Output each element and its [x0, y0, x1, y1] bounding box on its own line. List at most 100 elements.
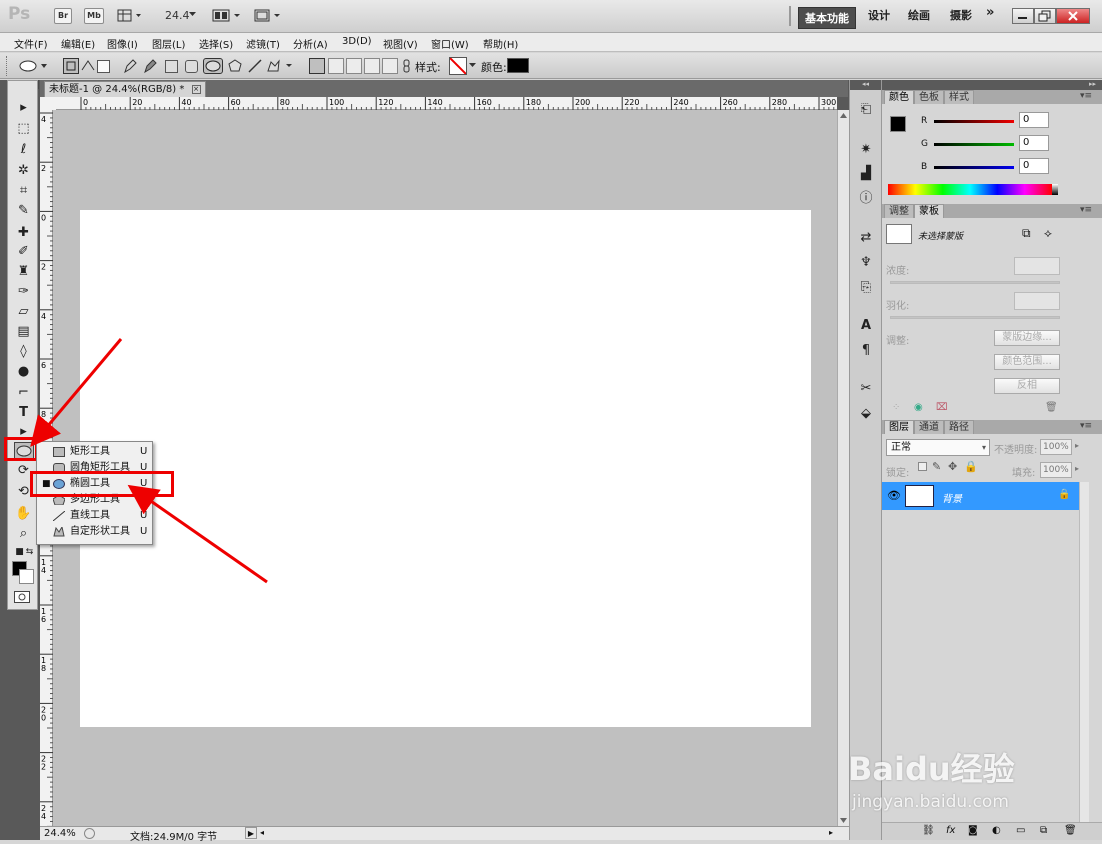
panel-menu-icon[interactable]: ▾≡	[1080, 205, 1092, 215]
close-tab-icon[interactable]: ×	[191, 84, 201, 94]
green-value[interactable]: 0	[1019, 135, 1049, 151]
apply-mask-icon[interactable]: ◉	[914, 402, 923, 413]
view-extras-button[interactable]	[117, 8, 143, 24]
status-zoom-icon[interactable]	[84, 828, 95, 839]
workspace-design[interactable]: 设计	[868, 7, 890, 23]
feather-field[interactable]	[1014, 292, 1060, 310]
tab-paths[interactable]: 路径	[944, 420, 974, 434]
move-tool-icon[interactable]: ▸	[15, 99, 32, 116]
rounded-rectangle-shape-button[interactable]	[185, 60, 198, 73]
lock-transparent-icon[interactable]	[918, 462, 927, 471]
horizontal-ruler[interactable]: 0 20 40 60 80 100 120 140 160 180 200 220 240 260 280 3…	[56, 97, 864, 110]
pen-tool-button[interactable]	[122, 58, 138, 74]
eraser-tool-icon[interactable]: ▱	[15, 303, 32, 320]
character-panel-icon[interactable]: A	[858, 318, 874, 334]
freeform-pen-button[interactable]	[142, 58, 158, 74]
intersect-shape-button[interactable]	[364, 58, 380, 74]
vector-mask-icon[interactable]: ⟡	[1044, 226, 1052, 241]
fill-field[interactable]: 100%	[1040, 462, 1072, 478]
opacity-slider-arrow-icon[interactable]: ▸	[1075, 441, 1079, 450]
crop-tool-icon[interactable]: ⌗	[15, 182, 32, 199]
delete-mask-icon[interactable]: 🗑	[1045, 402, 1058, 413]
menu-select[interactable]: 选择(S)	[199, 36, 233, 51]
tool-presets-panel-icon[interactable]: ✂	[858, 381, 874, 397]
menu-image[interactable]: 图像(I)	[107, 36, 138, 51]
density-field[interactable]	[1014, 257, 1060, 275]
add-to-shape-button[interactable]	[328, 58, 344, 74]
link-icon[interactable]	[402, 59, 412, 73]
mini-bridge-button[interactable]: Mb	[84, 8, 104, 24]
arrange-documents-button[interactable]	[212, 8, 242, 24]
paragraph-panel-icon[interactable]: ¶	[858, 343, 874, 359]
actions-panel-icon[interactable]: ⎘	[858, 280, 874, 296]
quick-selection-tool-icon[interactable]: ✲	[15, 162, 32, 179]
style-picker[interactable]	[449, 57, 467, 75]
lock-pixels-icon[interactable]: ✎	[932, 460, 941, 473]
ruler-origin[interactable]	[40, 97, 56, 110]
brushes-panel-icon[interactable]: ⇄	[858, 230, 874, 246]
color-panel-foreground[interactable]	[890, 116, 906, 132]
opacity-field[interactable]: 100%	[1040, 439, 1072, 455]
color-spectrum-ramp[interactable]	[888, 184, 1052, 195]
3d-panel-icon[interactable]: ⬙	[858, 406, 874, 422]
spot-healing-tool-icon[interactable]: ✚	[15, 224, 32, 241]
subtract-shape-button[interactable]	[346, 58, 362, 74]
blue-value[interactable]: 0	[1019, 158, 1049, 174]
tab-swatches[interactable]: 色板	[914, 90, 944, 104]
menu-analysis[interactable]: 分析(A)	[293, 36, 328, 51]
document-tab[interactable]: 未标题-1 @ 24.4%(RGB/8) * ×	[44, 81, 206, 97]
rectangle-shape-button[interactable]	[165, 60, 178, 73]
panel-menu-icon[interactable]: ▾≡	[1080, 91, 1092, 101]
dock-collapse-handle[interactable]: ▸▸	[882, 80, 1102, 90]
lock-all-icon[interactable]: 🔒	[964, 460, 978, 473]
menu-file[interactable]: 文件(F)	[14, 36, 48, 51]
paths-button[interactable]	[80, 58, 96, 74]
blend-mode-select[interactable]: 正常 ▾	[886, 439, 990, 456]
quick-mask-button[interactable]	[14, 591, 30, 603]
strip-collapse-handle[interactable]: ◂◂	[850, 80, 881, 90]
menu-view[interactable]: 视图(V)	[383, 36, 418, 51]
lasso-tool-icon[interactable]: ℓ	[15, 141, 32, 158]
red-value[interactable]: 0	[1019, 112, 1049, 128]
layer-style-icon[interactable]: fx	[946, 825, 955, 836]
history-panel-icon[interactable]: ⎗	[858, 102, 874, 118]
ellipse-shape-button[interactable]	[203, 58, 223, 74]
new-layer-icon[interactable]: ⧉	[1040, 825, 1047, 836]
fill-slider-arrow-icon[interactable]: ▸	[1075, 464, 1079, 473]
workspace-photography[interactable]: 摄影	[950, 7, 972, 23]
menu-edit[interactable]: 编辑(E)	[61, 36, 95, 51]
menu-window[interactable]: 窗口(W)	[431, 36, 469, 51]
zoom-dropdown-icon[interactable]	[189, 12, 197, 18]
layer-row[interactable]: 👁 背景 🔒	[882, 482, 1079, 510]
color-swatch[interactable]	[507, 58, 529, 73]
style-dropdown-icon[interactable]	[469, 63, 477, 69]
pixel-mask-icon[interactable]: ⧉	[1022, 226, 1031, 241]
minimize-button[interactable]	[1012, 8, 1034, 24]
delete-layer-icon[interactable]: 🗑	[1064, 825, 1077, 836]
restore-button[interactable]	[1034, 8, 1056, 24]
tool-preset-picker[interactable]	[18, 58, 50, 75]
load-selection-icon[interactable]: ⁘	[892, 402, 900, 413]
history-brush-tool-icon[interactable]: ✑	[15, 283, 32, 300]
fill-pixels-button[interactable]	[97, 60, 110, 73]
eyedropper-tool-icon[interactable]: ✎	[15, 202, 32, 219]
layers-scrollbar[interactable]	[1079, 482, 1089, 822]
disable-mask-icon[interactable]: ⌧	[936, 402, 948, 413]
link-layers-icon[interactable]: ⛓	[922, 825, 935, 836]
line-shape-button[interactable]	[247, 58, 263, 74]
new-shape-layer-button[interactable]	[309, 58, 325, 74]
menu-3d[interactable]: 3D(D)	[342, 36, 372, 47]
tab-styles[interactable]: 样式	[944, 90, 974, 104]
hscroll-left-arrow-icon[interactable]: ◂	[260, 827, 270, 839]
green-slider[interactable]	[934, 143, 1014, 146]
hscroll-right-arrow-icon[interactable]: ▸	[829, 827, 839, 839]
density-slider[interactable]	[890, 281, 1060, 284]
zoom-level[interactable]: 24.4	[165, 9, 190, 22]
more-workspaces-button[interactable]: »	[986, 5, 994, 20]
clone-stamp-tool-icon[interactable]: ♜	[15, 263, 32, 280]
black-white-ramp[interactable]	[1052, 184, 1058, 195]
mask-edge-button[interactable]: 蒙版边缘...	[994, 330, 1060, 346]
invert-button[interactable]: 反相	[994, 378, 1060, 394]
tab-masks[interactable]: 蒙板	[914, 204, 944, 218]
info-panel-icon[interactable]: ⓘ	[858, 191, 874, 207]
